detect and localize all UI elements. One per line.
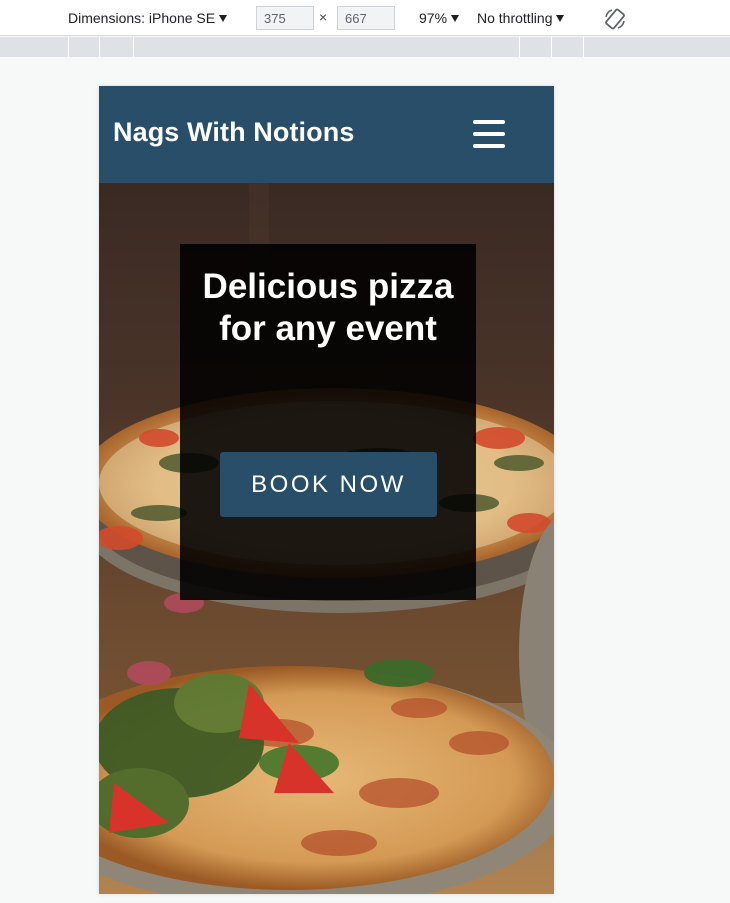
throttling-select[interactable]: No throttling [477, 0, 565, 36]
zoom-label: 97% [419, 10, 448, 26]
rotate-icon [605, 8, 625, 30]
device-toolbar: Dimensions: iPhone SE 375 × 667 97% No t… [0, 0, 730, 36]
chevron-down-icon [219, 14, 228, 22]
width-value: 375 [264, 10, 286, 26]
times-symbol: × [319, 9, 328, 25]
height-value: 667 [345, 10, 367, 26]
width-input[interactable]: 375 [256, 6, 314, 30]
media-query-ruler [0, 37, 730, 57]
site-title[interactable]: Nags With Notions [113, 117, 354, 148]
throttling-label: No throttling [477, 10, 553, 26]
hamburger-menu-icon[interactable] [471, 118, 507, 150]
zoom-select[interactable]: 97% [419, 0, 460, 36]
height-input[interactable]: 667 [337, 6, 395, 30]
hero-overlay: Delicious pizza for any event BOOK NOW [180, 244, 476, 600]
dimensions-select[interactable]: Dimensions: iPhone SE [68, 0, 228, 36]
chevron-down-icon [451, 14, 460, 22]
rotate-button[interactable] [602, 6, 628, 32]
hero-section: Delicious pizza for any event BOOK NOW [99, 183, 554, 894]
site-header: Nags With Notions [99, 86, 554, 183]
device-screen: Nags With Notions Delicious pizza for an… [99, 86, 554, 894]
dimensions-label: Dimensions: iPhone SE [68, 10, 216, 26]
hero-headline: Delicious pizza for any event [202, 267, 454, 348]
chevron-down-icon [556, 14, 565, 22]
book-now-button[interactable]: BOOK NOW [220, 452, 437, 517]
